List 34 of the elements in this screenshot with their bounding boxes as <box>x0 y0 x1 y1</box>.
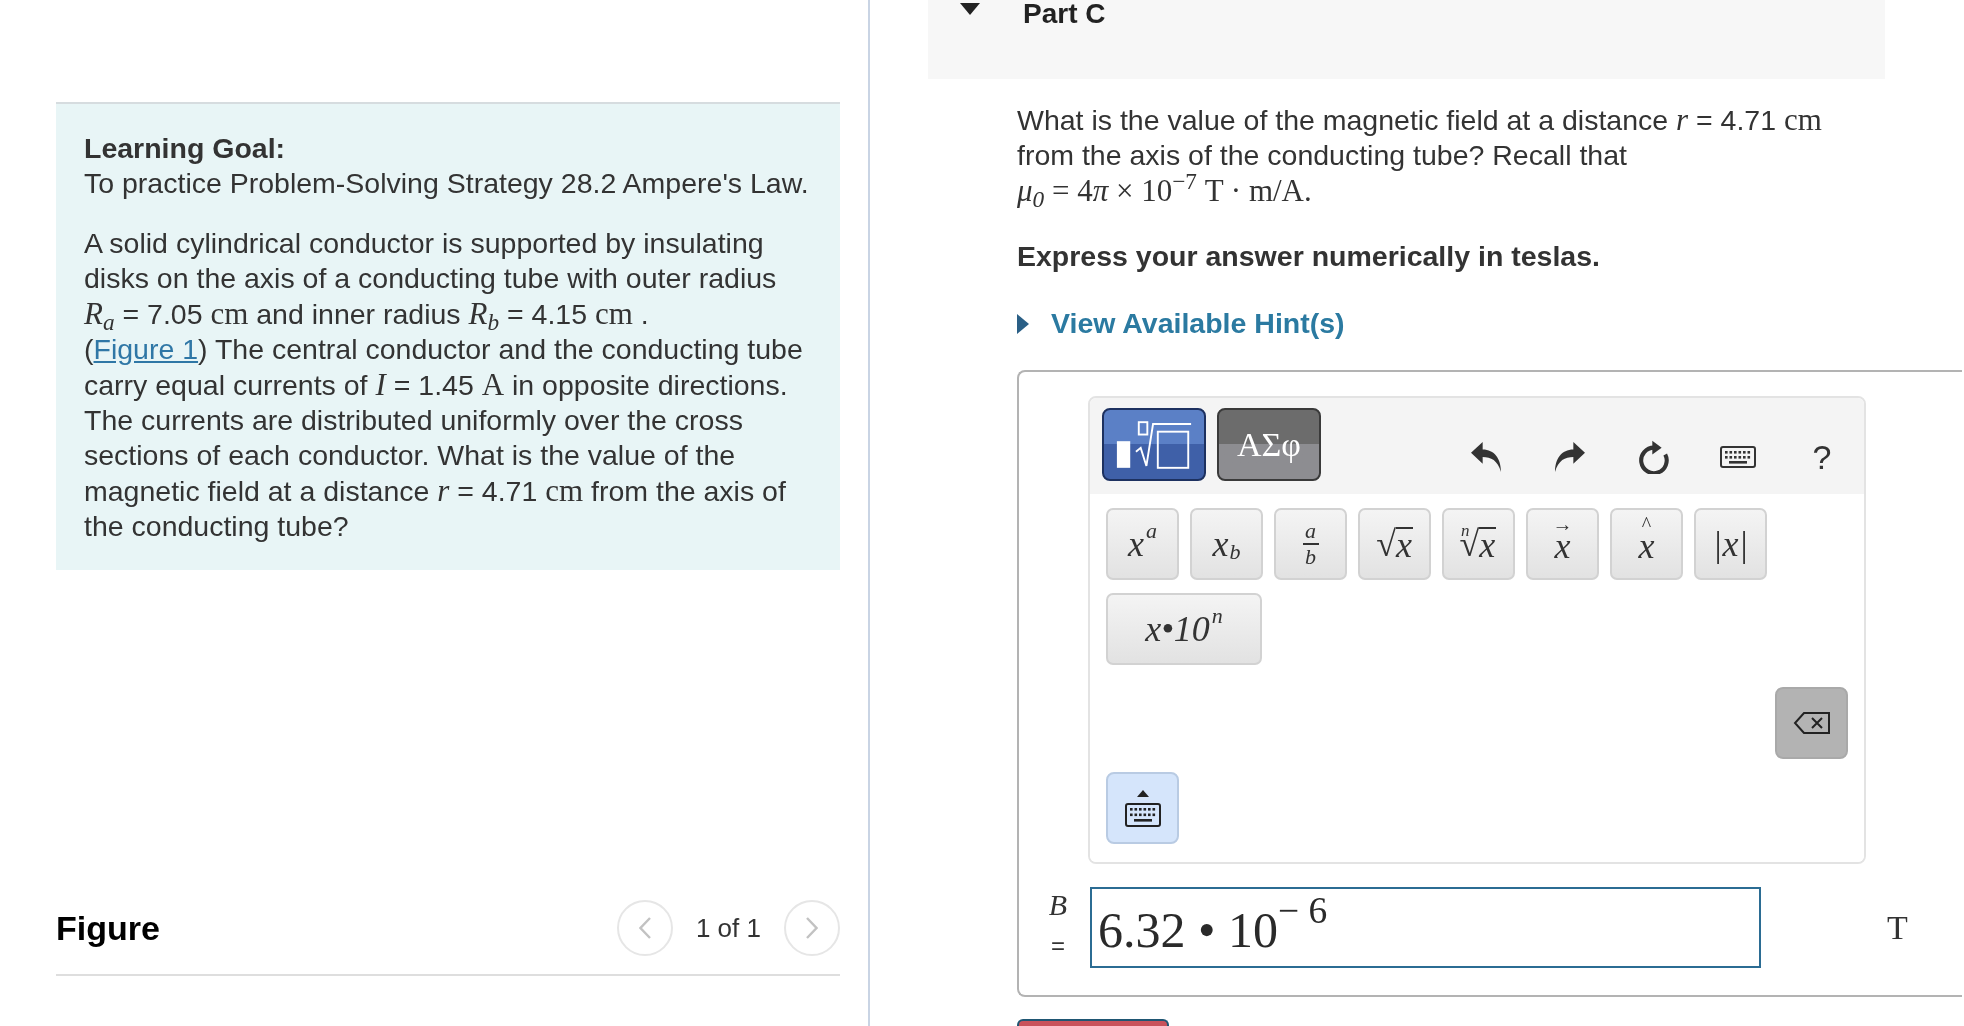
chevron-left-icon <box>638 917 651 939</box>
keyboard-icon[interactable] <box>1720 445 1756 468</box>
radical-template-icon <box>1115 419 1193 470</box>
answer-field[interactable]: 6.32 • 10$^{− 6}$ <box>1090 887 1761 968</box>
redo-icon[interactable] <box>1555 441 1585 472</box>
square-root-button[interactable]: √x <box>1358 508 1431 580</box>
templates-tab[interactable] <box>1102 408 1206 481</box>
goal-heading: Learning Goal: <box>84 131 287 166</box>
figure-title: Figure <box>56 908 160 948</box>
keyboard-toggle-button[interactable] <box>1106 772 1179 844</box>
subscript-button[interactable]: xb <box>1190 508 1263 580</box>
part-title: Part C <box>1023 0 1106 28</box>
hints-link[interactable]: View Available Hint(s) <box>1017 306 1345 341</box>
equals-sign: = <box>1051 933 1065 959</box>
question-text: What is the value of the magnetic field at a distance r = 4.71 cm from the axis of the conducting tube? Recall that μ$_{0}$ = 4π × 10$^{−7}$ T · m/A. <box>1017 102 1823 209</box>
reset-icon[interactable] <box>1638 439 1670 474</box>
goal-text: To practice Problem-Solving Strategy 28.2 Ampere's Law. <box>84 166 810 201</box>
figure-link[interactable]: Figure 1 <box>93 333 199 365</box>
backspace-button[interactable] <box>1775 687 1848 759</box>
chevron-right-icon <box>806 917 818 939</box>
answer-variable: B <box>1048 887 1068 923</box>
hat-button[interactable]: ^x <box>1610 508 1683 580</box>
unit-label: T <box>1887 907 1908 948</box>
keyboard-icon <box>1124 789 1161 827</box>
caret-icon[interactable] <box>960 3 980 15</box>
vector-button[interactable]: →x <box>1526 508 1599 580</box>
absolute-value-button[interactable]: |x| <box>1694 508 1767 580</box>
backspace-icon <box>1792 711 1831 735</box>
instruction-text: Express your answer numerically in teslas. <box>1017 239 1600 274</box>
fraction-button[interactable]: a b <box>1274 508 1347 580</box>
page-counter: 1 of 1 <box>695 912 761 944</box>
help-button[interactable]: ? <box>1812 436 1832 477</box>
problem-text: A solid cylindrical conductor is supported by insulating disks on the axis of a conducting tube with outer radius R$_{a}$ = 7.05 cm and inner radius R$_{b}$ = 4.15 cm . (Figure 1) The central conductor and the conducting tube carry equal currents of I = 1.45 A in opposite directions. The currents are distributed uniformly over the cross sections of each conductor. What is the value of the magnetic field at a distance r = 4.71 cm from the axis of the conducting tube? <box>84 226 804 544</box>
undo-icon[interactable] <box>1471 441 1501 472</box>
